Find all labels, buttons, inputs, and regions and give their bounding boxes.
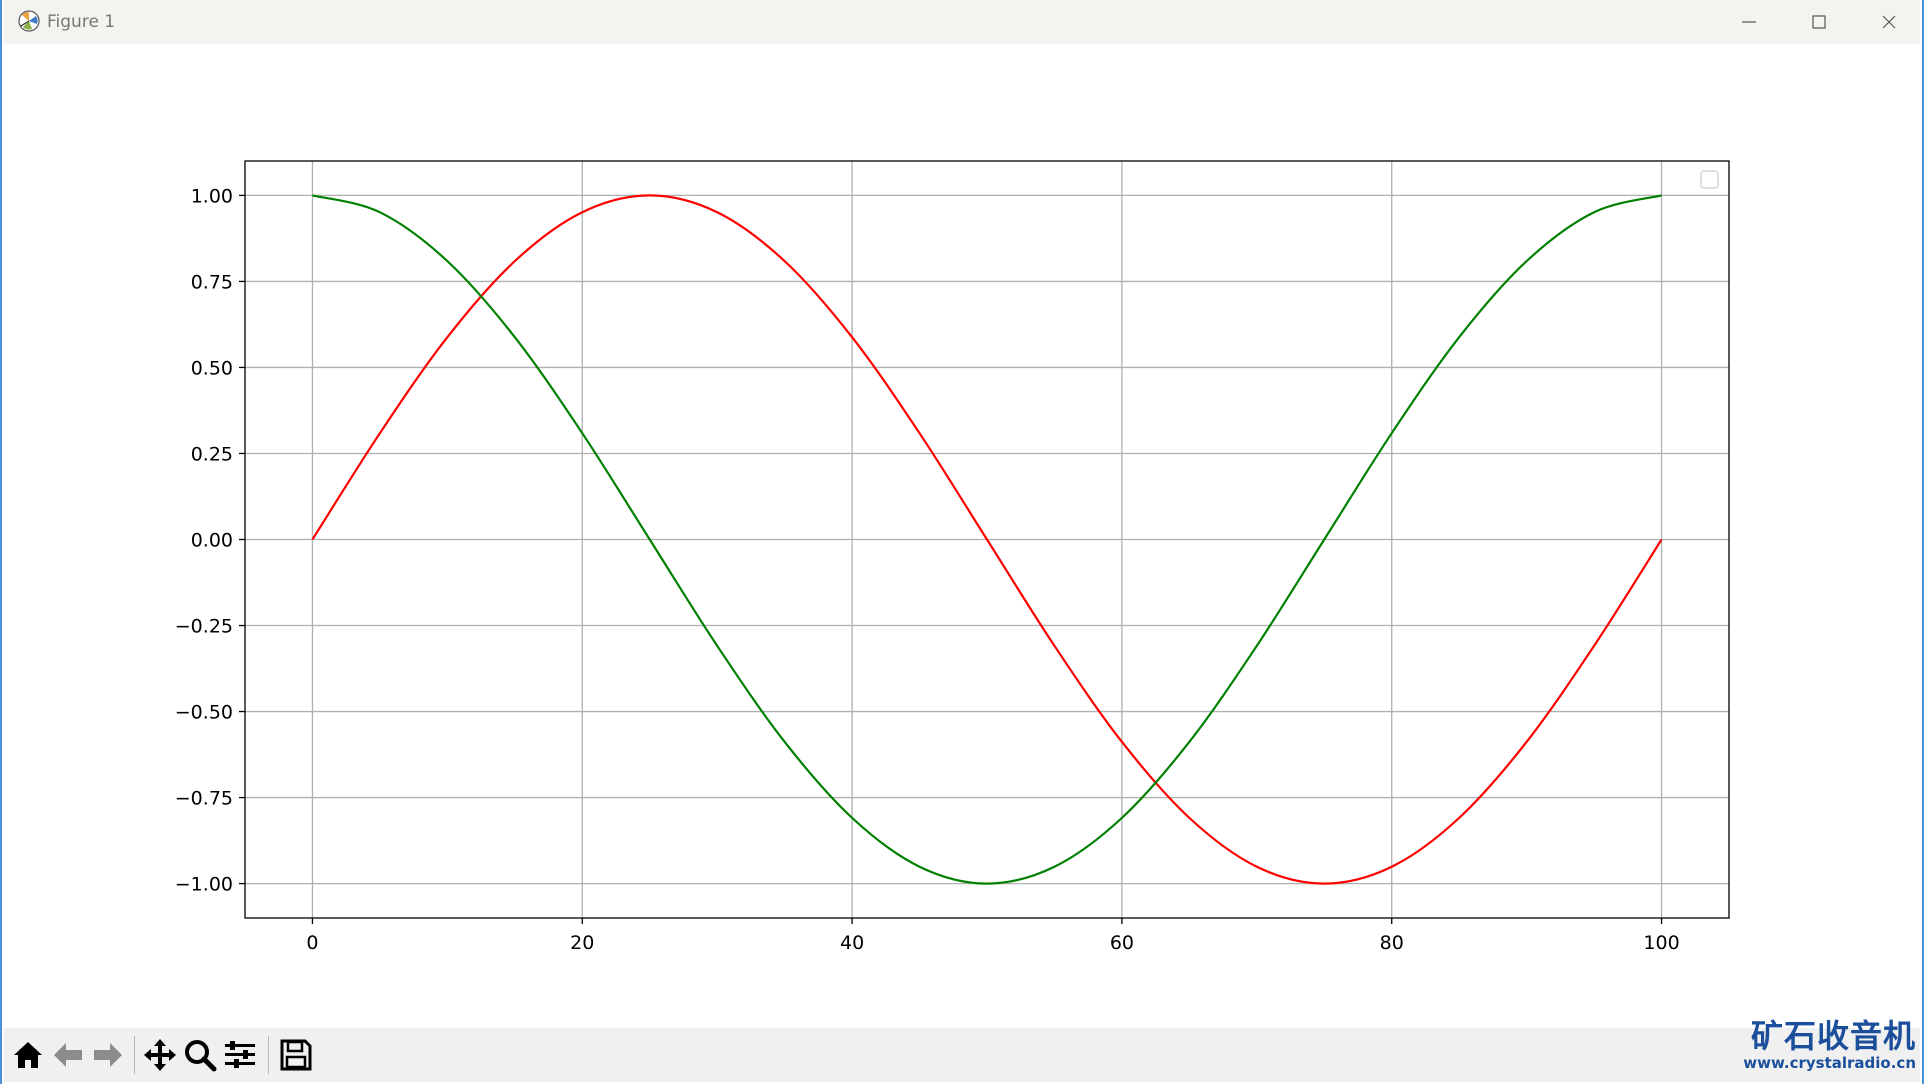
save-icon (280, 1039, 312, 1071)
line-chart[interactable]: 0 20 40 60 80 100 1.00 0.75 0.50 0.25 0.00 −0.25 −0… (4, 44, 1920, 1026)
y-tick-label: 0.00 (191, 530, 233, 552)
maximize-button[interactable] (1784, 0, 1854, 44)
zoom-button[interactable] (182, 1037, 218, 1073)
legend-box[interactable] (1700, 170, 1719, 189)
minimize-button[interactable] (1714, 0, 1784, 44)
home-icon (14, 1042, 42, 1068)
navigation-toolbar (4, 1028, 1920, 1082)
configure-subplots-icon (225, 1041, 255, 1068)
back-button[interactable] (50, 1037, 86, 1073)
toolbar-separator (134, 1036, 135, 1074)
pan-icon (144, 1039, 176, 1071)
x-tick-label: 60 (1110, 932, 1134, 954)
watermark: 矿石收音机 www.crystalradio.cn (1743, 1018, 1916, 1072)
y-tick-label: 0.25 (191, 443, 233, 465)
toolbar-separator (268, 1036, 269, 1074)
x-tick-label: 40 (840, 932, 864, 954)
forward-icon (94, 1043, 122, 1067)
pan-button[interactable] (142, 1037, 178, 1073)
matplotlib-icon (18, 10, 40, 32)
y-axis: 1.00 0.75 0.50 0.25 0.00 −0.25 −0.50 −0.75 −1.00 (175, 185, 245, 896)
back-icon (54, 1043, 82, 1067)
forward-button[interactable] (90, 1037, 126, 1073)
x-axis: 0 20 40 60 80 100 (306, 918, 1680, 954)
y-tick-label: 0.50 (191, 357, 233, 379)
maximize-icon (1812, 15, 1826, 29)
figure-canvas[interactable]: 0 20 40 60 80 100 1.00 0.75 0.50 0.25 0.00 −0.25 −0… (4, 44, 1920, 1026)
window-title: Figure 1 (47, 12, 116, 32)
x-tick-label: 20 (570, 932, 594, 954)
close-button[interactable] (1854, 0, 1924, 44)
home-button[interactable] (10, 1037, 46, 1073)
figure-window: Figure 1 0 20 40 60 80 100 1.00 0.75 0.50 0.25 0.… (0, 0, 1924, 1084)
y-tick-label: −0.75 (175, 788, 233, 810)
x-tick-label: 80 (1380, 932, 1404, 954)
save-button[interactable] (278, 1037, 314, 1073)
configure-subplots-button[interactable] (222, 1037, 258, 1073)
close-icon (1882, 15, 1896, 29)
y-tick-label: −0.50 (175, 702, 233, 724)
zoom-icon (185, 1040, 217, 1072)
x-tick-label: 100 (1643, 932, 1679, 954)
legend[interactable] (1700, 170, 1719, 189)
minimize-icon (1742, 21, 1756, 23)
y-tick-label: 0.75 (191, 271, 233, 293)
x-tick-label: 0 (306, 932, 318, 954)
y-tick-label: −1.00 (175, 874, 233, 896)
y-tick-label: −0.25 (175, 616, 233, 638)
y-tick-label: 1.00 (191, 185, 233, 207)
title-bar[interactable]: Figure 1 (4, 0, 1920, 44)
watermark-main: 矿石收音机 (1750, 1017, 1916, 1055)
watermark-url: www.crystalradio.cn (1743, 1054, 1916, 1072)
